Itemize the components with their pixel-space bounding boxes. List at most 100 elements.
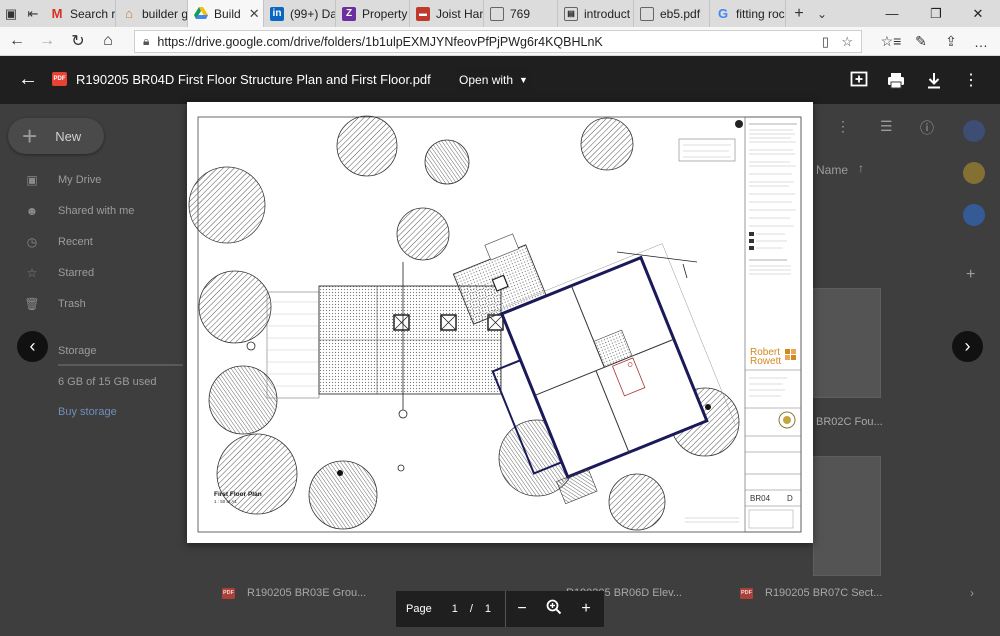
current-page-input[interactable]: 1 — [452, 603, 458, 615]
tab-label: Joist Han — [436, 6, 484, 21]
gmail-icon: M — [51, 6, 63, 21]
tab-actions-icon[interactable]: ▣ — [0, 0, 22, 27]
browser-tab-strip: ▣ ⇤ M Search re ⌂ builder g Build ✕ in (… — [0, 0, 1000, 27]
file-card-label: PDF R190205 BR07C Sect... — [740, 587, 882, 599]
drawing-number: BR04 — [750, 494, 771, 503]
home-icon[interactable]: ⌂ — [93, 27, 123, 56]
pdf-file-icon: PDF — [52, 72, 67, 86]
sidebar-item-shared: ☻ Shared with me — [22, 201, 182, 221]
close-window-icon[interactable]: ✕ — [956, 0, 1000, 27]
buy-storage-label: Buy storage — [58, 406, 117, 418]
refresh-icon[interactable]: ↻ — [63, 27, 93, 56]
document-icon: ▤ — [564, 6, 578, 21]
zoom-out-icon[interactable]: − — [506, 600, 538, 618]
previous-file-button[interactable]: ‹ — [17, 331, 48, 362]
tab-label: fitting roc — [736, 6, 785, 21]
sidebar-item-label: Starred — [58, 267, 95, 279]
back-icon[interactable]: ← — [2, 27, 32, 56]
more-actions-icon[interactable]: ⋮ — [960, 69, 982, 91]
pdf-file-icon: PDF — [222, 587, 235, 599]
tab-eb5[interactable]: eb5.pdf — [634, 0, 710, 27]
zoom-in-icon[interactable]: + — [570, 600, 602, 618]
page-label: Page — [406, 603, 432, 615]
tab-label: introduct — [584, 6, 631, 21]
tab-gmail[interactable]: M Search re — [44, 0, 116, 27]
back-arrow-icon[interactable]: ← — [18, 68, 38, 91]
tab-label: Build — [214, 6, 241, 21]
company-name-line2: Rowett — [750, 356, 781, 367]
trash-icon: 🗑︎ — [24, 297, 40, 311]
favorites-icon[interactable]: ☆≡ — [876, 27, 906, 56]
favorite-star-icon[interactable]: ☆ — [841, 34, 853, 50]
new-button: + New — [8, 118, 104, 154]
linkedin-icon: in — [270, 6, 284, 21]
tab-label: Search re — [70, 6, 116, 21]
tab-build-drive[interactable]: Build ✕ — [188, 0, 264, 27]
sidebar-item-starred: ☆ Starred — [22, 263, 182, 283]
sidebar-item-trash: 🗑︎ Trash — [22, 294, 182, 314]
star-icon: ☆ — [26, 266, 38, 280]
total-pages: 1 — [484, 603, 492, 615]
tab-linkedin[interactable]: in (99+) Dar — [264, 0, 336, 27]
new-tab-icon[interactable]: + — [786, 5, 812, 23]
tab-label: Property — [362, 6, 408, 21]
drawing-revision: D — [787, 494, 793, 503]
zoom-icon[interactable] — [538, 599, 570, 620]
open-with-button[interactable]: Open with ▼ — [456, 67, 531, 92]
clock-icon: ◷ — [26, 235, 38, 249]
plan-title: First Floor Plan — [214, 491, 262, 498]
sidebar-item-label: Shared with me — [58, 205, 135, 217]
file-card-name: R190205 BR07C Sect... — [765, 587, 883, 599]
add-comment-icon[interactable] — [848, 69, 870, 91]
sort-arrow-icon: ↑ — [858, 161, 864, 175]
floor-plan-drawing: Robert Rowett BR04 D First Floor Plan 1 … — [188, 115, 802, 533]
tab-property[interactable]: Z Property — [336, 0, 410, 27]
file-card-thumb — [813, 456, 881, 576]
sidebar-item-label: Recent — [58, 236, 93, 248]
company-logo: Robert Rowett — [750, 347, 796, 367]
notes-column — [749, 123, 797, 275]
pdf-preview-overlay: + New ▣ My Drive ☻ Shared with me ◷ Rece… — [0, 56, 1000, 636]
tab-builder[interactable]: ⌂ builder g — [116, 0, 188, 27]
more-vert-icon: ⋮ — [836, 118, 850, 134]
chevron-down-icon[interactable]: ⌄ — [812, 7, 832, 21]
storage-bar — [58, 364, 183, 366]
file-card-name: BR02C Fou... — [816, 416, 883, 428]
tasks-icon — [963, 204, 985, 226]
tab-fitting[interactable]: G fitting roc — [710, 0, 786, 27]
add-addon-icon: + — [966, 266, 976, 283]
page-icon — [490, 6, 504, 21]
more-icon[interactable]: … — [966, 27, 996, 56]
page-separator: / — [469, 603, 473, 615]
site-icon: ▬ — [416, 6, 430, 21]
sidebar-item-label: Storage — [58, 345, 97, 357]
sidebar-item-label: My Drive — [58, 174, 102, 186]
tab-769[interactable]: 769 — [484, 0, 558, 27]
sidebar-item-label: Trash — [58, 298, 86, 310]
next-file-button[interactable]: › — [952, 331, 983, 362]
download-icon[interactable] — [923, 69, 945, 91]
plan-scale: 1 : 50 at A1 — [214, 499, 237, 504]
forward-icon[interactable]: → — [32, 27, 62, 56]
close-tab-icon[interactable]: ✕ — [249, 6, 260, 22]
info-icon: ⓘ — [920, 120, 934, 136]
storage-used-label: 6 GB of 15 GB used — [58, 376, 157, 388]
keep-icon — [963, 162, 985, 184]
set-aside-tabs-icon[interactable]: ⇤ — [22, 0, 44, 27]
web-notes-icon[interactable]: ✎ — [906, 27, 936, 56]
people-icon: ☻ — [25, 204, 39, 218]
tab-label: 769 — [510, 6, 531, 21]
tab-joist[interactable]: ▬ Joist Han — [410, 0, 484, 27]
minimize-icon[interactable]: — — [870, 0, 914, 27]
pdf-page: Robert Rowett BR04 D First Floor Plan 1 … — [187, 102, 813, 543]
print-icon[interactable] — [885, 69, 907, 91]
restore-icon[interactable]: ❐ — [914, 0, 958, 27]
viewer-toolbar: ← PDF R190205 BR04D First Floor Structur… — [0, 56, 1000, 104]
tab-label: builder g — [142, 6, 188, 21]
open-with-label: Open with — [459, 72, 514, 87]
tab-introduct[interactable]: ▤ introduct — [558, 0, 634, 27]
url-field[interactable]: 🔒︎ https://drive.google.com/drive/folder… — [134, 30, 862, 53]
share-icon[interactable]: ⇪ — [936, 27, 966, 56]
zoho-icon: Z — [342, 6, 356, 21]
reading-view-icon[interactable]: ▯ — [822, 34, 829, 50]
